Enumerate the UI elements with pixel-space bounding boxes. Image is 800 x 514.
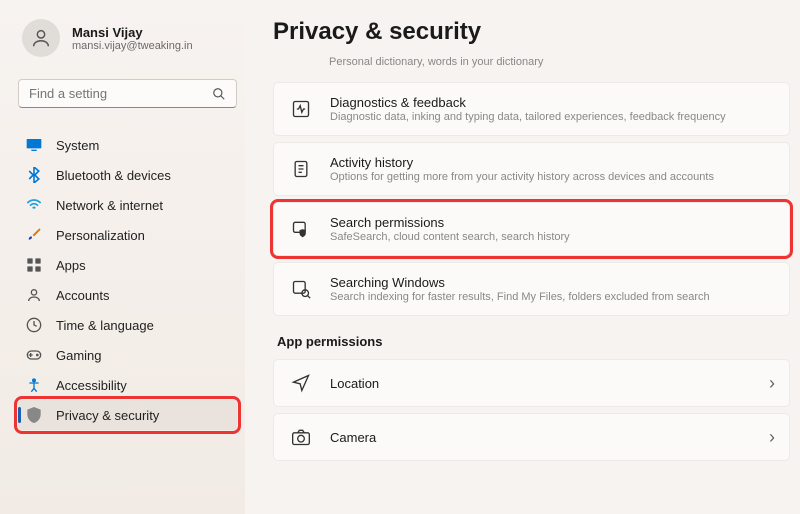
- apps-icon: [26, 257, 42, 273]
- gaming-icon: [26, 347, 42, 363]
- nav-apps[interactable]: Apps: [18, 250, 237, 280]
- nav-label: Accounts: [56, 288, 109, 303]
- card-title: Searching Windows: [330, 275, 773, 290]
- search-input[interactable]: [29, 86, 212, 101]
- card-title: Diagnostics & feedback: [330, 95, 773, 110]
- card-title: Search permissions: [330, 215, 773, 230]
- system-icon: [26, 137, 42, 153]
- sidebar: Mansi Vijay mansi.vijay@tweaking.in Syst…: [0, 0, 245, 514]
- nav-accessibility[interactable]: Accessibility: [18, 370, 237, 400]
- card-title: Camera: [330, 430, 773, 445]
- location-icon: [290, 372, 312, 394]
- nav-label: Apps: [56, 258, 86, 273]
- card-desc: Search indexing for faster results, Find…: [330, 291, 773, 303]
- nav-time-language[interactable]: Time & language: [18, 310, 237, 340]
- bluetooth-icon: [26, 167, 42, 183]
- user-account[interactable]: Mansi Vijay mansi.vijay@tweaking.in: [18, 15, 237, 61]
- wifi-icon: [26, 197, 42, 213]
- nav-list: System Bluetooth & devices Network & int…: [18, 130, 237, 430]
- card-location[interactable]: Location: [273, 359, 790, 407]
- card-diagnostics[interactable]: Diagnostics & feedback Diagnostic data, …: [273, 82, 790, 136]
- avatar: [22, 19, 60, 57]
- card-searching-windows[interactable]: Searching Windows Search indexing for fa…: [273, 262, 790, 316]
- card-activity-history[interactable]: Activity history Options for getting mor…: [273, 142, 790, 196]
- main-content: Privacy & security Personal dictionary, …: [245, 0, 800, 514]
- partial-card-desc: Personal dictionary, words in your dicti…: [329, 56, 790, 68]
- card-desc: SafeSearch, cloud content search, search…: [330, 231, 773, 243]
- page-title: Privacy & security: [273, 18, 790, 46]
- camera-icon: [290, 426, 312, 448]
- nav-label: Privacy & security: [56, 408, 159, 423]
- section-header: App permissions: [277, 334, 790, 349]
- search-icon: [212, 87, 226, 101]
- nav-label: Accessibility: [56, 378, 127, 393]
- card-title: Activity history: [330, 155, 773, 170]
- nav-gaming[interactable]: Gaming: [18, 340, 237, 370]
- nav-label: Bluetooth & devices: [56, 168, 171, 183]
- accounts-icon: [26, 287, 42, 303]
- nav-label: Time & language: [56, 318, 154, 333]
- nav-privacy-security[interactable]: Privacy & security: [18, 400, 237, 430]
- nav-bluetooth[interactable]: Bluetooth & devices: [18, 160, 237, 190]
- clock-icon: [26, 317, 42, 333]
- person-icon: [30, 27, 52, 49]
- nav-system[interactable]: System: [18, 130, 237, 160]
- card-camera[interactable]: Camera: [273, 413, 790, 461]
- card-desc: Diagnostic data, inking and typing data,…: [330, 111, 773, 123]
- accessibility-icon: [26, 377, 42, 393]
- search-box[interactable]: [18, 79, 237, 108]
- user-email: mansi.vijay@tweaking.in: [72, 40, 193, 52]
- nav-accounts[interactable]: Accounts: [18, 280, 237, 310]
- nav-label: System: [56, 138, 99, 153]
- card-desc: Options for getting more from your activ…: [330, 171, 773, 183]
- card-search-permissions[interactable]: Search permissions SafeSearch, cloud con…: [273, 202, 790, 256]
- nav-label: Network & internet: [56, 198, 163, 213]
- diagnostics-icon: [290, 98, 312, 120]
- history-icon: [290, 158, 312, 180]
- nav-label: Gaming: [56, 348, 102, 363]
- nav-label: Personalization: [56, 228, 145, 243]
- card-title: Location: [330, 376, 773, 391]
- brush-icon: [26, 227, 42, 243]
- search-shield-icon: [290, 218, 312, 240]
- nav-personalization[interactable]: Personalization: [18, 220, 237, 250]
- shield-icon: [26, 407, 42, 423]
- user-name: Mansi Vijay: [72, 25, 193, 40]
- nav-network[interactable]: Network & internet: [18, 190, 237, 220]
- search-window-icon: [290, 278, 312, 300]
